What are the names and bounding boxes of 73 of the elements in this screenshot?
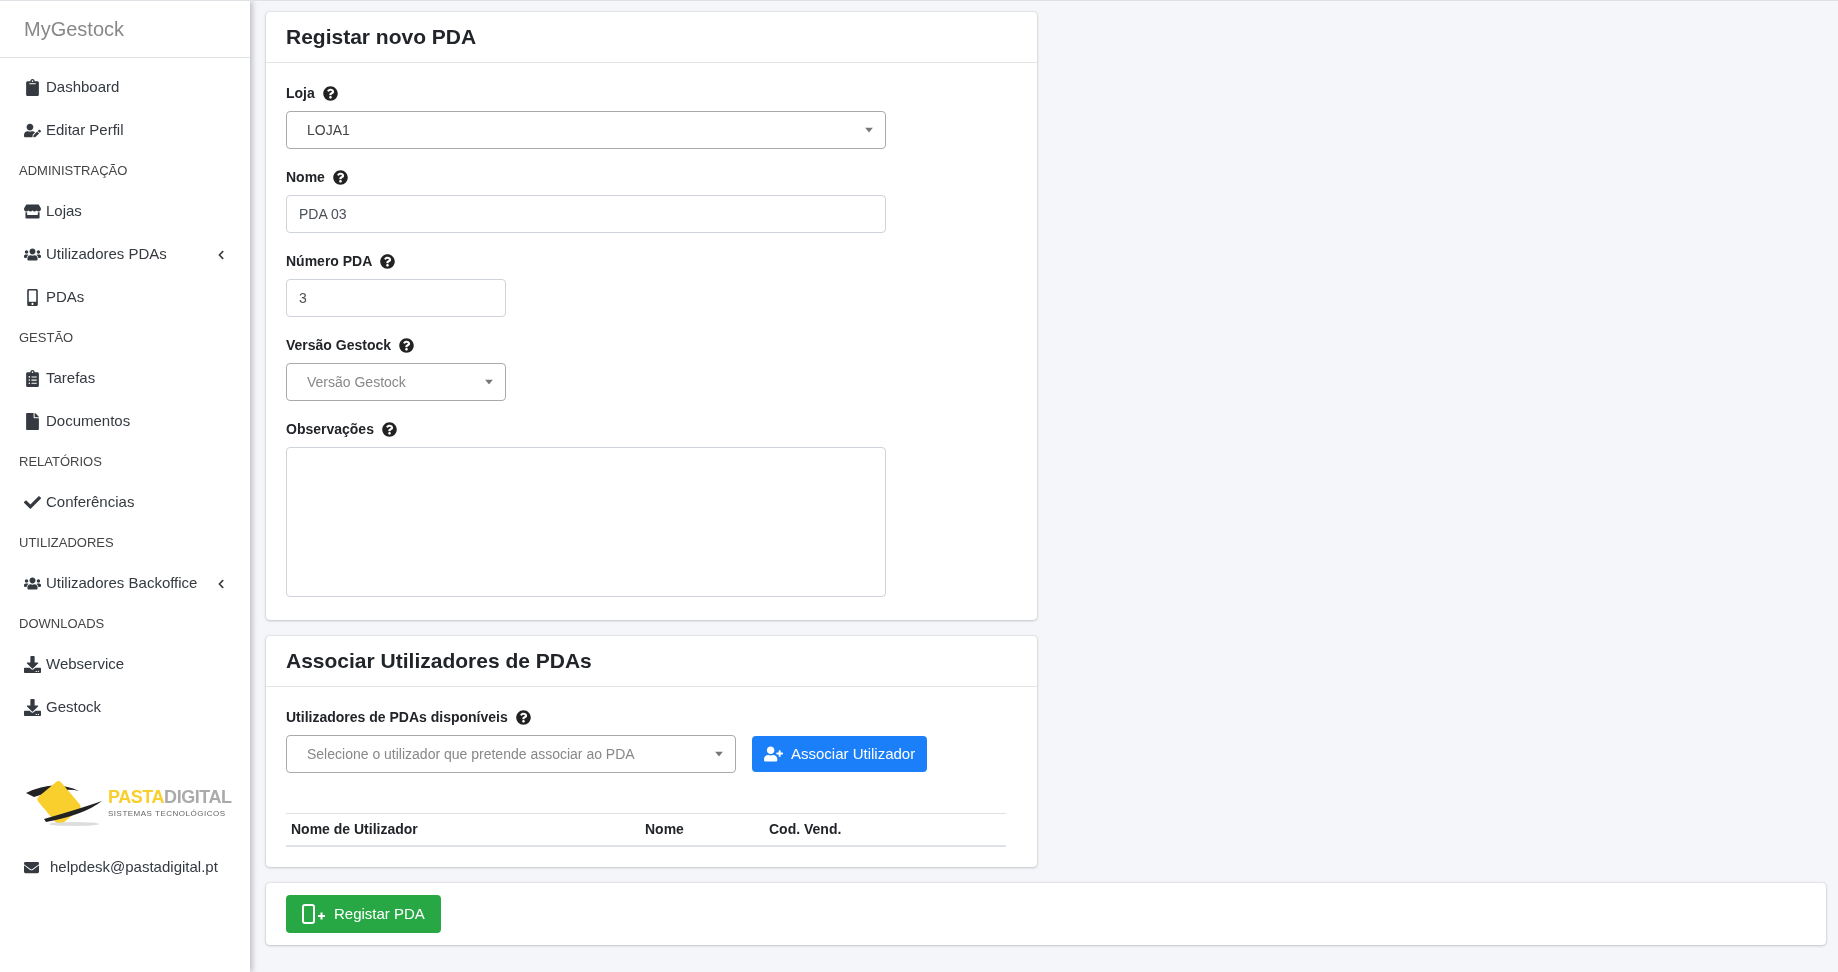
- select-field[interactable]: Versão Gestock: [286, 363, 506, 401]
- store-icon: [24, 203, 41, 220]
- sidebar-item-label: Conferências: [46, 492, 135, 513]
- select-field[interactable]: LOJA1: [286, 111, 886, 149]
- card-title: Registar novo PDA: [286, 24, 477, 51]
- check-icon: [24, 494, 41, 511]
- sidebar-item[interactable]: PDAs: [0, 276, 250, 319]
- column-header: Nome: [644, 820, 685, 839]
- sidebar-item-label: Documentos: [46, 411, 131, 432]
- help-icon[interactable]: [399, 337, 415, 353]
- sidebar-item-label: Dashboard: [46, 77, 120, 98]
- sidebar-item[interactable]: Utilizadores Backoffice: [0, 562, 250, 605]
- section-header: DOWNLOADS: [18, 615, 106, 634]
- section-header: UTILIZADORES: [18, 534, 115, 553]
- clipboard-icon: [24, 79, 41, 96]
- sidebar-item[interactable]: Tarefas: [0, 357, 250, 400]
- sidebar-item[interactable]: Conferências: [0, 481, 250, 524]
- field-label: Utilizadores de PDAs disponíveis: [286, 707, 508, 727]
- field-label: Número PDA: [286, 251, 373, 271]
- clipboard-list-icon: [24, 370, 41, 387]
- sidebar-item[interactable]: Gestock: [0, 686, 250, 729]
- sidebar-item[interactable]: Documentos: [0, 400, 250, 443]
- user-edit-icon: [24, 122, 41, 139]
- sidebar-item[interactable]: Webservice: [0, 643, 250, 686]
- help-icon[interactable]: [380, 253, 396, 269]
- input-field[interactable]: PDA 03: [286, 195, 886, 233]
- logo-tagline: SISTEMAS TECNOLÓGICOS: [108, 808, 227, 820]
- sidebar-item-label: Utilizadores Backoffice: [46, 573, 198, 594]
- sidebar-item-label: Lojas: [46, 201, 82, 222]
- download-icon: [24, 656, 41, 673]
- caret-icon: [865, 127, 873, 133]
- select-field[interactable]: Selecione o utilizador que pretende associar ao PDA: [286, 735, 736, 773]
- section-header: GESTÃO: [18, 329, 75, 348]
- sidebar-item[interactable]: Dashboard: [0, 66, 250, 109]
- sidebar-item[interactable]: Utilizadores PDAs: [0, 233, 250, 276]
- sidebar-item-label: Gestock: [46, 697, 102, 718]
- caret-icon: [715, 751, 723, 757]
- column-header: Cod. Vend.: [769, 820, 843, 839]
- section-header: RELATÓRIOS: [18, 453, 103, 472]
- phone-plus-icon: [302, 904, 326, 924]
- user-plus-icon: [764, 746, 783, 762]
- help-icon[interactable]: [515, 709, 531, 725]
- section-header: ADMINISTRAÇÃO: [18, 162, 129, 181]
- field-label: Nome: [286, 167, 325, 187]
- help-icon[interactable]: [322, 85, 338, 101]
- chevron-left-icon[interactable]: [216, 578, 226, 589]
- sidebar-item-label: Editar Perfil: [46, 120, 124, 141]
- sidebar-item-label: PDAs: [46, 287, 85, 308]
- associate-user-button[interactable]: Associar Utilizador: [752, 736, 928, 772]
- envelope-icon: [24, 859, 39, 875]
- sidebar-item-label: Utilizadores PDAs: [46, 244, 167, 265]
- card-title: Associar Utilizadores de PDAs: [286, 648, 592, 675]
- caret-icon: [485, 379, 493, 385]
- brand[interactable]: MyGestock: [0, 1, 250, 58]
- file-icon: [24, 413, 41, 430]
- sidebar-item-label: Tarefas: [46, 368, 96, 389]
- phone-icon: [24, 289, 41, 306]
- column-header: Nome de Utilizador: [290, 820, 419, 839]
- field-label: Observações: [286, 419, 374, 439]
- sidebar-item-label: Webservice: [46, 654, 125, 675]
- input-field[interactable]: 3: [286, 279, 506, 317]
- chevron-left-icon[interactable]: [216, 249, 226, 260]
- users-icon: [24, 575, 41, 592]
- field-label: Loja: [286, 83, 315, 103]
- help-icon[interactable]: [332, 169, 348, 185]
- logo-wordmark: PASTADIGITAL: [108, 788, 232, 806]
- help-icon[interactable]: [381, 421, 397, 437]
- email-link[interactable]: helpdesk@pastadigital.pt: [0, 856, 250, 879]
- sidebar-item[interactable]: Lojas: [0, 190, 250, 233]
- download-icon: [24, 699, 41, 716]
- users-icon: [24, 246, 41, 263]
- field-label: Versão Gestock: [286, 335, 392, 355]
- sidebar-item[interactable]: Editar Perfil: [0, 109, 250, 152]
